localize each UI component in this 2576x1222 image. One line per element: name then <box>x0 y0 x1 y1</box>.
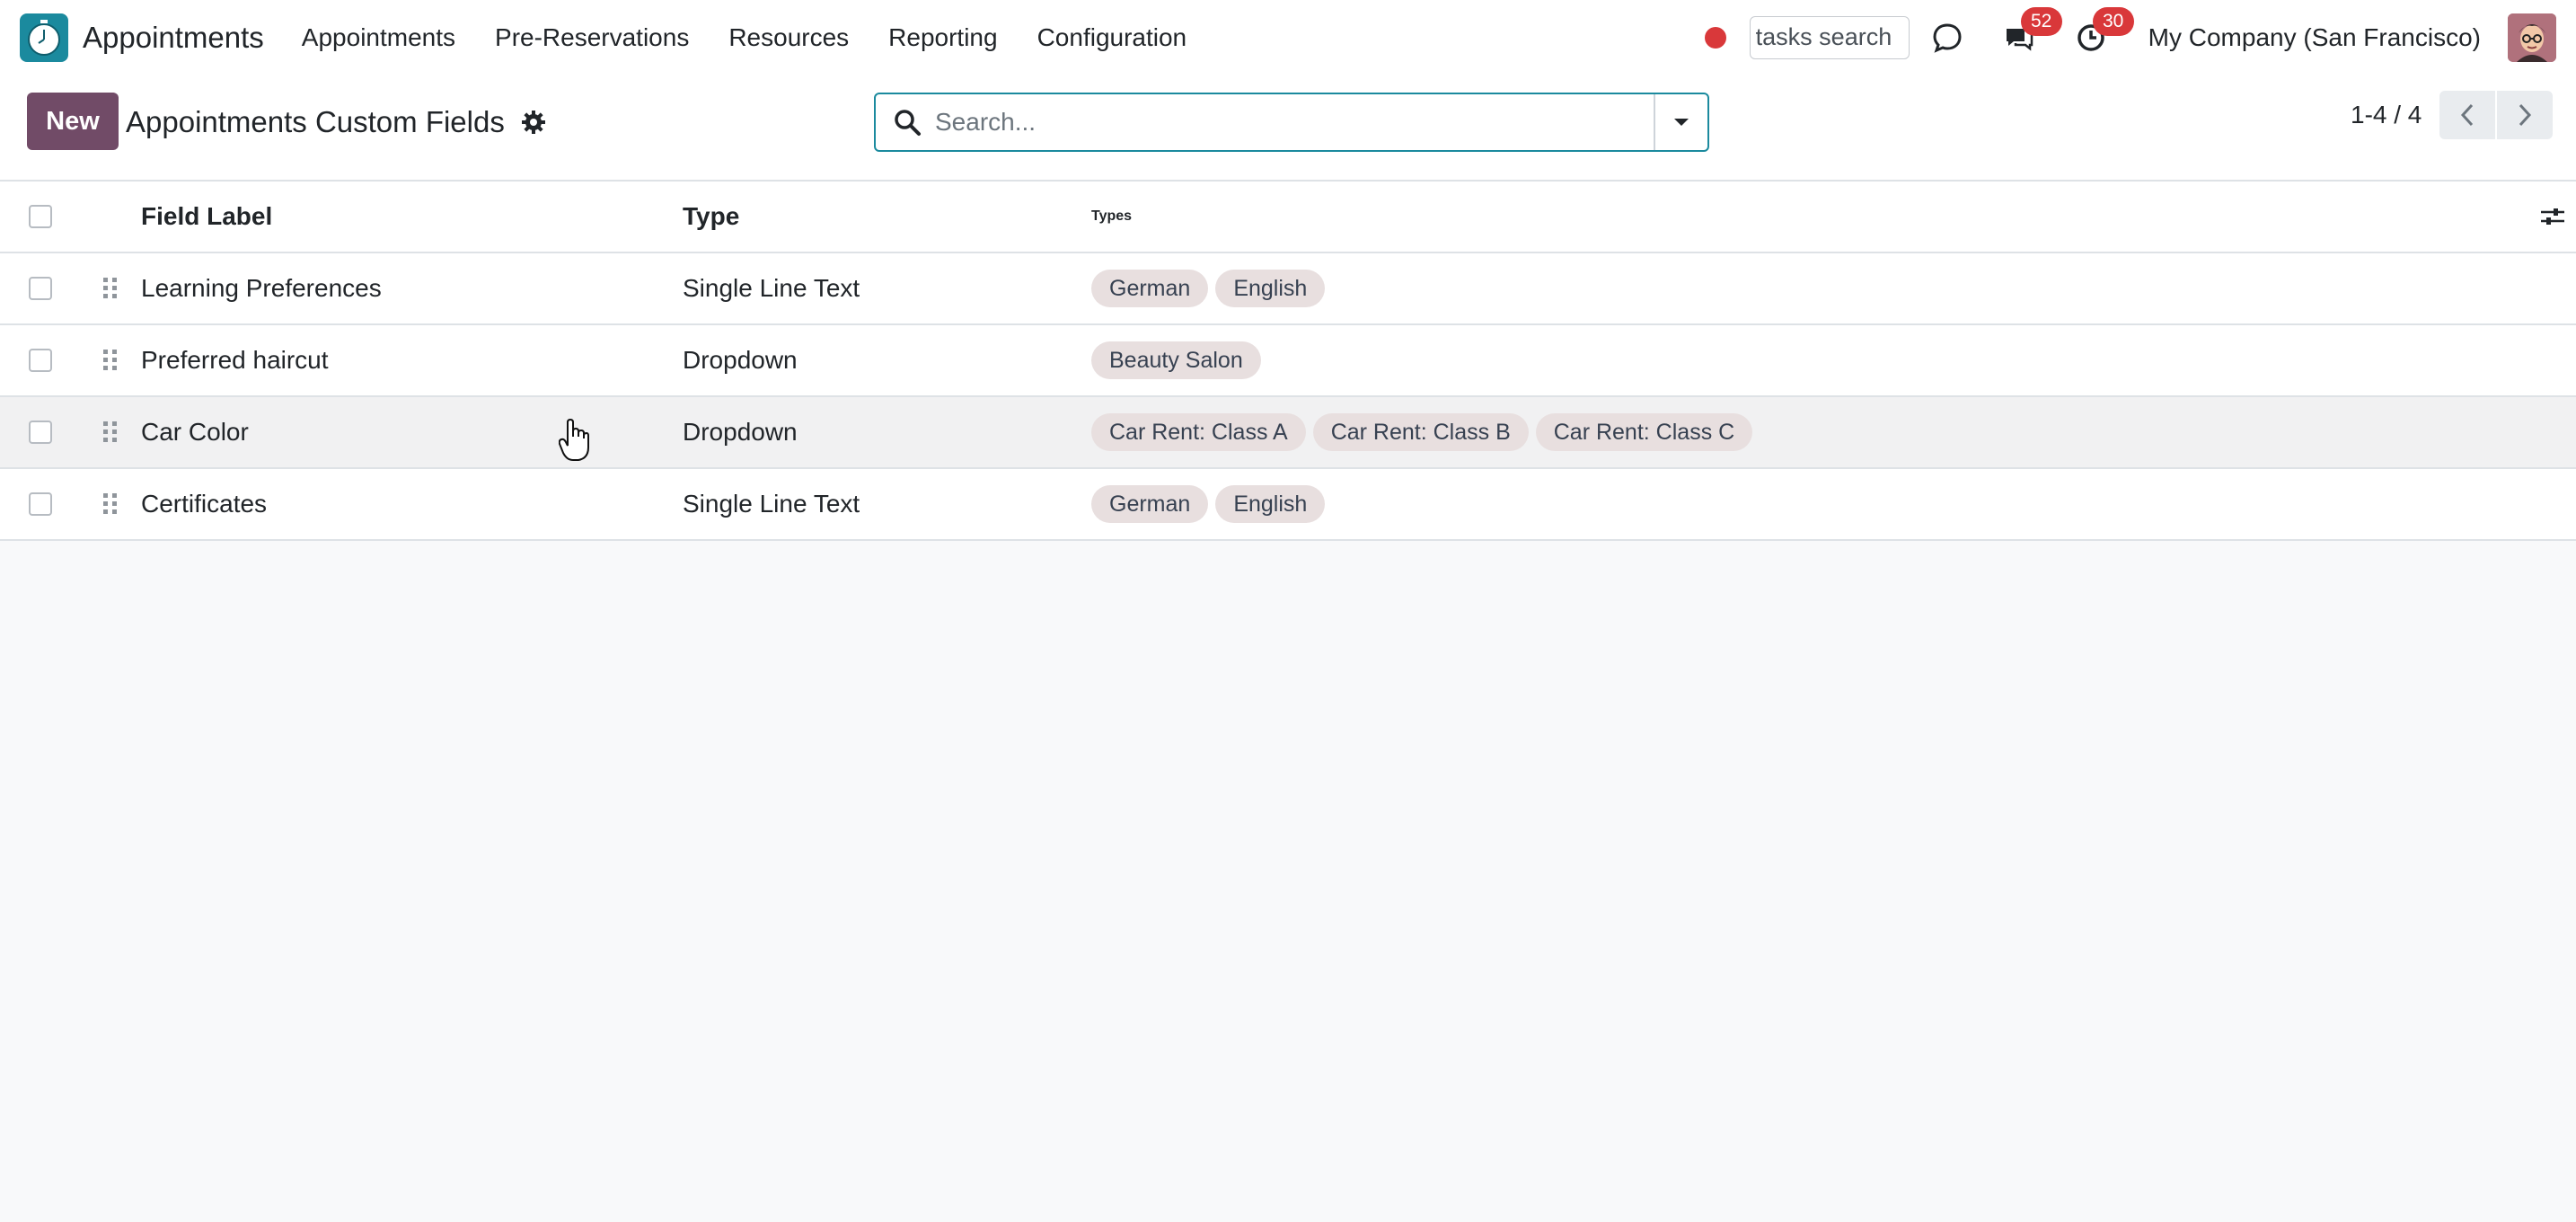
column-header-type[interactable]: Type <box>683 202 739 231</box>
caret-down-icon <box>1674 119 1689 126</box>
tag: Beauty Salon <box>1091 341 1261 379</box>
menu-appointments[interactable]: Appointments <box>302 23 455 52</box>
top-navbar: Appointments Appointments Pre-Reservatio… <box>0 0 2576 75</box>
field-label-cell: Learning Preferences <box>141 274 382 302</box>
tag: English <box>1215 270 1326 307</box>
page-title: Appointments Custom Fields <box>126 105 505 138</box>
table-row[interactable]: Certificates Single Line Text German Eng… <box>0 469 2576 541</box>
chevron-right-icon <box>2519 103 2532 127</box>
type-cell: Dropdown <box>683 346 798 374</box>
search-icon <box>895 110 921 136</box>
custom-fields-list: Field Label Type Types Learning Preferen… <box>0 182 2576 541</box>
pager-value[interactable]: 1-4 / 4 <box>2351 101 2422 129</box>
row-checkbox[interactable] <box>29 349 52 372</box>
field-label-cell: Car Color <box>141 418 249 446</box>
row-checkbox[interactable] <box>29 421 52 444</box>
clock-icon <box>28 19 60 56</box>
optional-columns-icon[interactable] <box>2538 202 2567 231</box>
menu-configuration[interactable]: Configuration <box>1037 23 1187 52</box>
hand-pointer-cursor-icon <box>559 419 589 461</box>
drag-handle-icon[interactable] <box>101 420 119 445</box>
recording-indicator-icon[interactable] <box>1704 26 1726 49</box>
list-header: Field Label Type Types <box>0 182 2576 253</box>
pager-next-button[interactable] <box>2497 91 2553 139</box>
tag: German <box>1091 270 1209 307</box>
search-input[interactable] <box>935 94 1654 150</box>
column-header-types[interactable]: Types <box>1091 208 1132 225</box>
type-cell: Single Line Text <box>683 274 860 302</box>
table-row[interactable]: Car Color Dropdown Car Rent: Class A Car… <box>0 397 2576 469</box>
tag: Car Rent: Class A <box>1091 413 1306 451</box>
chevron-left-icon <box>2460 103 2474 127</box>
column-header-field-label[interactable]: Field Label <box>141 202 272 231</box>
activities-count-badge: 30 <box>2092 6 2134 36</box>
tag: German <box>1091 485 1209 523</box>
activities-clock-icon[interactable]: 30 <box>2073 6 2134 56</box>
field-label-cell: Certificates <box>141 490 268 518</box>
drag-handle-icon[interactable] <box>101 276 119 301</box>
select-all-checkbox[interactable] <box>29 205 52 228</box>
messages-icon[interactable]: 52 <box>2001 6 2062 56</box>
control-panel: New Appointments Custom Fields 1-4 / 4 <box>0 75 2576 182</box>
company-switcher[interactable]: My Company (San Francisco) <box>2148 23 2481 52</box>
row-checkbox[interactable] <box>29 492 52 516</box>
new-button[interactable]: New <box>27 93 119 150</box>
menu-pre-reservations[interactable]: Pre-Reservations <box>495 23 689 52</box>
user-avatar[interactable] <box>2508 13 2556 62</box>
drag-handle-icon[interactable] <box>101 348 119 373</box>
tag: Car Rent: Class C <box>1535 413 1753 451</box>
types-cell: Car Rent: Class A Car Rent: Class B Car … <box>1091 413 1753 451</box>
field-label-cell: Preferred haircut <box>141 346 329 374</box>
navbar-systray: 52 30 My Company (San Francisco) <box>1704 6 2556 62</box>
pager-previous-button[interactable] <box>2439 91 2495 139</box>
table-row[interactable]: Learning Preferences Single Line Text Ge… <box>0 253 2576 325</box>
appointments-app-icon[interactable] <box>20 13 68 62</box>
search-options-toggle[interactable] <box>1654 94 1707 150</box>
menu-resources[interactable]: Resources <box>728 23 849 52</box>
drag-handle-icon[interactable] <box>101 491 119 517</box>
search-bar <box>874 93 1709 152</box>
row-checkbox[interactable] <box>29 277 52 300</box>
table-row[interactable]: Preferred haircut Dropdown Beauty Salon <box>0 325 2576 397</box>
types-cell: German English <box>1091 270 1326 307</box>
type-cell: Dropdown <box>683 418 798 446</box>
tasks-search-input[interactable] <box>1749 15 1910 59</box>
messages-count-badge: 52 <box>2020 6 2062 36</box>
menu-reporting[interactable]: Reporting <box>888 23 997 52</box>
types-cell: German English <box>1091 485 1326 523</box>
discuss-icon[interactable] <box>1929 20 1965 56</box>
types-cell: Beauty Salon <box>1091 341 1261 379</box>
tag: Car Rent: Class B <box>1312 413 1529 451</box>
gear-icon[interactable] <box>521 110 546 135</box>
app-name[interactable]: Appointments <box>83 21 264 55</box>
type-cell: Single Line Text <box>683 490 860 518</box>
tag: English <box>1215 485 1326 523</box>
